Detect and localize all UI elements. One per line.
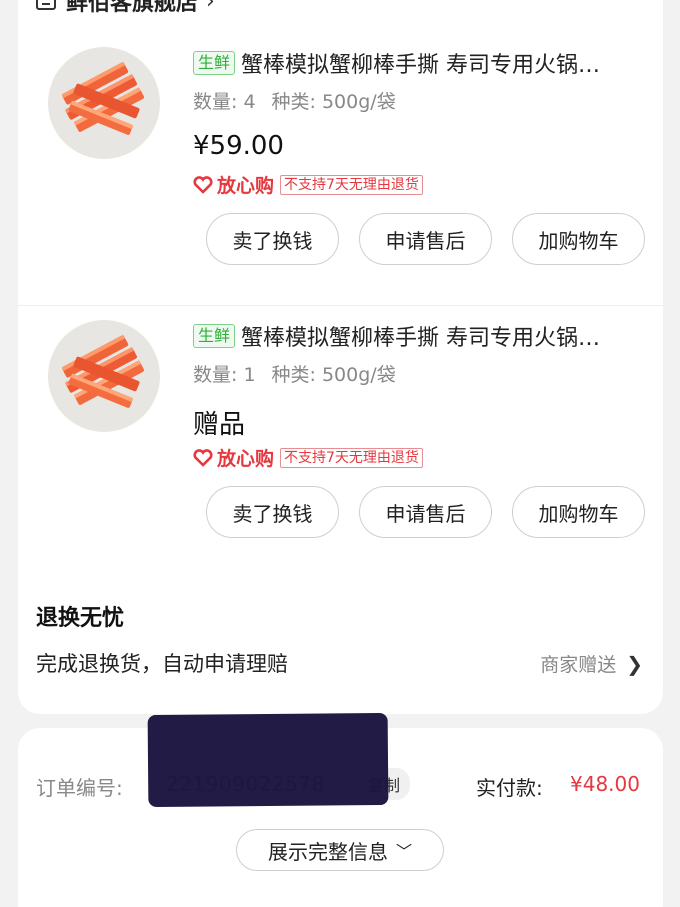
order-items-card: 鲜佰客旗舰店 › 生鲜 蟹棒模拟蟹柳棒手撕 寿司专用火锅… 数量: 4 种类: … [18, 0, 663, 714]
worry-free-link[interactable]: 商家赠送 ❯ [540, 650, 643, 677]
product-spec: 数量: 4 种类: 500g/袋 [193, 87, 396, 114]
worry-free-title: 退换无忧 [36, 606, 125, 631]
fresh-tag: 生鲜 [193, 51, 236, 75]
add-to-cart-button[interactable]: 加购物车 [512, 486, 645, 538]
merchant-gift-label: 商家赠送 [540, 654, 617, 676]
product-actions: 卖了换钱 申请售后 加购物车 [206, 486, 645, 538]
product-spec: 数量: 1 种类: 500g/袋 [193, 360, 396, 387]
chevron-right-icon: › [206, 0, 215, 14]
sell-button[interactable]: 卖了换钱 [206, 486, 339, 538]
assure-badge: 放心购 [193, 444, 274, 471]
product-title-row[interactable]: 生鲜 蟹棒模拟蟹柳棒手撕 寿司专用火锅… [193, 320, 648, 352]
product-variant: 种类: 500g/袋 [271, 364, 396, 386]
crab-stick-image [62, 334, 145, 408]
product-image[interactable] [48, 320, 160, 432]
after-sales-button[interactable]: 申请售后 [359, 486, 492, 538]
product-actions: 卖了换钱 申请售后 加购物车 [206, 213, 645, 265]
paid-label: 实付款: [476, 776, 543, 800]
no-return-badge: 不支持7天无理由退货 [280, 447, 423, 468]
crab-stick-image [62, 61, 145, 135]
redaction-overlay [147, 712, 389, 808]
fresh-tag: 生鲜 [193, 324, 236, 348]
sell-button[interactable]: 卖了换钱 [206, 213, 339, 265]
no-return-badge: 不支持7天无理由退货 [280, 174, 423, 195]
product-title: 蟹棒模拟蟹柳棒手撕 寿司专用火锅… [241, 53, 601, 78]
product-price: ¥59.00 [193, 131, 284, 161]
expand-label: 展示完整信息 [267, 839, 388, 864]
order-number-label: 订单编号: [36, 776, 123, 800]
product-title-row[interactable]: 生鲜 蟹棒模拟蟹柳棒手撕 寿司专用火锅… [193, 47, 648, 79]
product-quantity: 数量: 1 [193, 364, 256, 386]
product-title: 蟹棒模拟蟹柳棒手撕 寿司专用火锅… [241, 326, 601, 351]
product-image[interactable] [48, 47, 160, 159]
chevron-down-icon: ﹀ [395, 842, 412, 861]
store-icon [36, 0, 56, 10]
assure-label: 放心购 [217, 448, 275, 470]
assurance-row: 放心购 不支持7天无理由退货 [193, 444, 423, 471]
gift-label: 赠品 [193, 410, 246, 440]
assurance-row: 放心购 不支持7天无理由退货 [193, 171, 423, 198]
order-info-card: 订单编号: 221909022578 复制 实付款: ¥48.00 展示完整信息… [18, 712, 663, 907]
store-row[interactable]: 鲜佰客旗舰店 › [36, 0, 215, 16]
after-sales-button[interactable]: 申请售后 [359, 213, 492, 265]
divider [18, 305, 663, 306]
assure-badge: 放心购 [193, 171, 274, 198]
paid-amount: ¥48.00 [570, 772, 640, 796]
product-variant: 种类: 500g/袋 [271, 91, 396, 113]
worry-free-desc: 完成退换货，自动申请理赔 [36, 652, 288, 676]
expand-info-button[interactable]: 展示完整信息 ﹀ [236, 829, 444, 871]
add-to-cart-button[interactable]: 加购物车 [512, 213, 645, 265]
product-quantity: 数量: 4 [193, 91, 256, 113]
heart-icon [193, 175, 213, 194]
heart-icon [193, 448, 213, 467]
chevron-right-icon: ❯ [626, 651, 643, 676]
assure-label: 放心购 [217, 175, 275, 197]
store-name: 鲜佰客旗舰店 [66, 0, 199, 16]
